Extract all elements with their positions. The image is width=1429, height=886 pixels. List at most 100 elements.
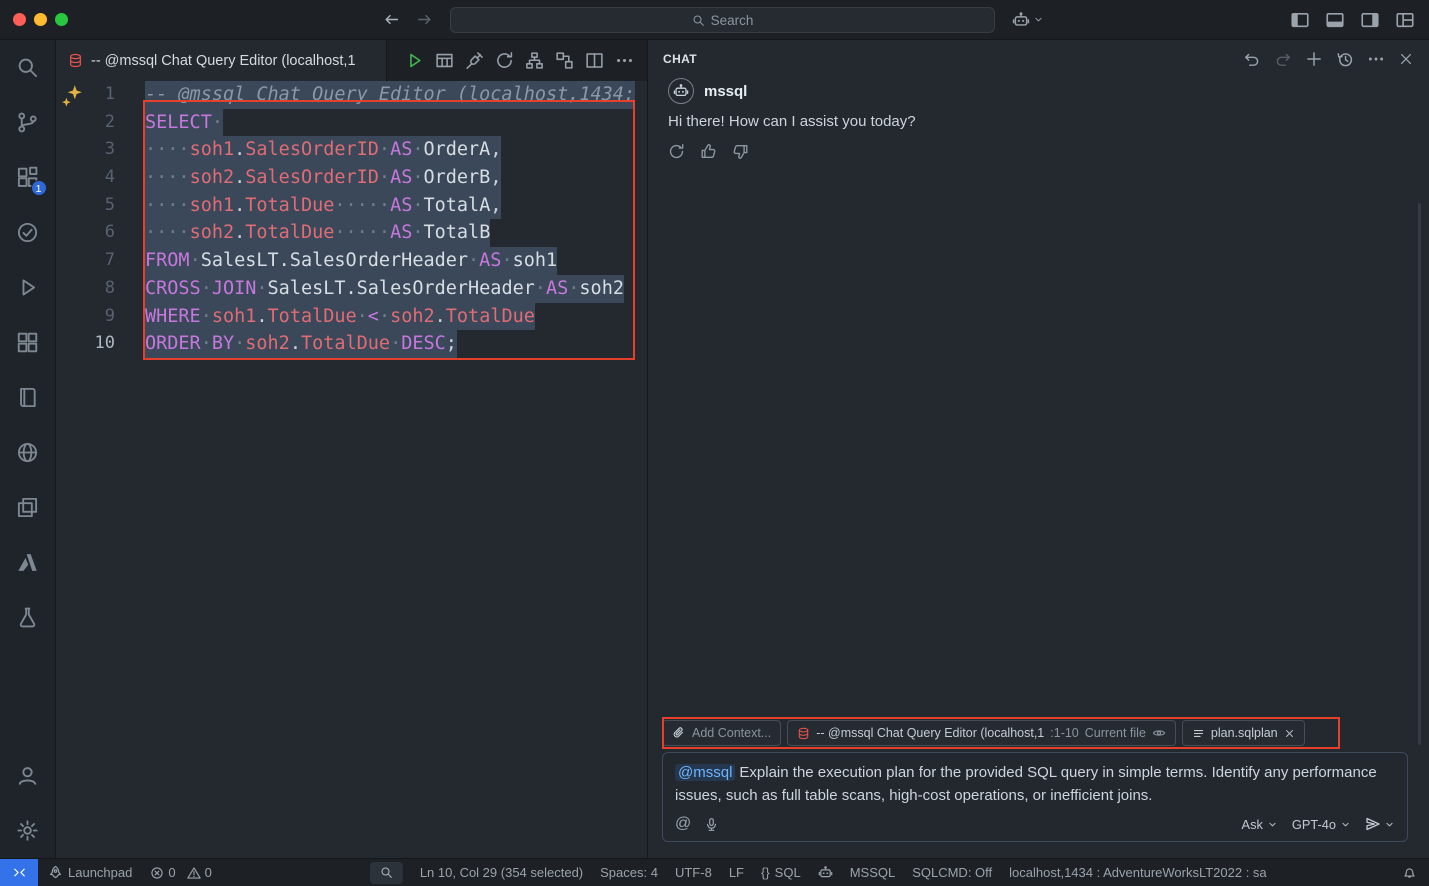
more-actions-button[interactable] <box>615 51 634 70</box>
retry-icon[interactable] <box>668 143 685 160</box>
model-picker[interactable]: GPT-4o <box>1292 817 1351 832</box>
code-line[interactable]: -- @mssql Chat Query Editor (localhost,1… <box>145 81 647 109</box>
cursor-position-status[interactable]: Ln 10, Col 29 (354 selected) <box>420 865 583 880</box>
encoding-status[interactable]: UTF-8 <box>675 865 712 880</box>
line-number[interactable]: 3 <box>56 136 115 164</box>
estimated-plan-button[interactable] <box>495 51 514 70</box>
thumbs-down-icon[interactable] <box>732 143 749 160</box>
mention-button[interactable]: @ <box>675 815 691 833</box>
indentation-status[interactable]: Spaces: 4 <box>600 865 658 880</box>
activity-run[interactable] <box>0 260 56 315</box>
back-arrow-icon[interactable] <box>383 11 400 28</box>
accounts-button[interactable] <box>0 748 56 803</box>
plan-file-chip[interactable]: plan.sqlplan <box>1182 720 1305 746</box>
remote-icon <box>12 865 27 880</box>
notifications-bell-icon[interactable] <box>1402 865 1417 880</box>
mic-icon[interactable] <box>704 817 719 832</box>
line-number[interactable]: 4 <box>56 164 115 192</box>
chat-scrollbar[interactable] <box>1418 203 1421 745</box>
problems-status[interactable]: 0 0 <box>150 865 211 880</box>
message-text: Hi there! How can I assist you today? <box>668 113 1409 130</box>
forward-arrow-icon[interactable] <box>416 11 433 28</box>
azure-icon <box>16 551 39 574</box>
activity-extensions[interactable]: 1 <box>0 150 56 205</box>
send-button[interactable] <box>1365 816 1395 832</box>
line-number[interactable]: 1 <box>56 81 115 109</box>
connection-status[interactable]: localhost,1434 : AdventureWorksLT2022 : … <box>1009 865 1267 880</box>
line-number[interactable]: 7 <box>56 247 115 275</box>
code-line[interactable]: ····soh1.TotalDue·····AS·TotalA, <box>145 192 647 220</box>
activity-remote-explorer[interactable] <box>0 480 56 535</box>
disconnect-button[interactable] <box>465 51 484 70</box>
schema-compare-button[interactable] <box>555 51 574 70</box>
add-context-chip[interactable]: Add Context... <box>662 720 781 746</box>
line-number[interactable]: 9 <box>56 303 115 331</box>
code-editor[interactable]: 12345678910 -- @mssql Chat Query Editor … <box>56 81 647 858</box>
mssql-mention[interactable]: @mssql <box>675 764 735 781</box>
new-chat-icon[interactable] <box>1305 50 1323 68</box>
remove-chip-icon[interactable] <box>1284 728 1295 739</box>
code-line[interactable]: ····soh1.SalesOrderID·AS·OrderA, <box>145 136 647 164</box>
activity-azure[interactable] <box>0 535 56 590</box>
activity-source-control[interactable] <box>0 95 56 150</box>
code-line[interactable]: ····soh2.TotalDue·····AS·TotalB <box>145 219 647 247</box>
thumbs-up-icon[interactable] <box>700 143 717 160</box>
code-line[interactable]: ORDER·BY·soh2.TotalDue·DESC; <box>145 330 647 358</box>
line-number[interactable]: 8 <box>56 275 115 303</box>
schema-hierarchy-button[interactable] <box>525 51 544 70</box>
code-line[interactable]: FROM·SalesLT.SalesOrderHeader·AS·soh1 <box>145 247 647 275</box>
toggle-panel-icon[interactable] <box>1325 10 1345 30</box>
status-search-button[interactable] <box>370 862 403 884</box>
activity-web[interactable] <box>0 425 56 480</box>
launchpad-status[interactable]: Launchpad <box>48 865 132 880</box>
code-line[interactable]: WHERE·soh1.TotalDue·<·soh2.TotalDue <box>145 303 647 331</box>
activity-blocks[interactable] <box>0 315 56 370</box>
redo-icon[interactable] <box>1274 50 1292 68</box>
tab-title: -- @mssql Chat Query Editor (localhost,1 <box>91 53 356 69</box>
language-status[interactable]: {} SQL <box>761 865 801 880</box>
copilot-status-icon[interactable] <box>818 865 833 880</box>
copilot-menu-button[interactable] <box>1012 11 1044 29</box>
activity-search[interactable] <box>0 40 56 95</box>
toggle-primary-sidebar-icon[interactable] <box>1290 10 1310 30</box>
run-icon <box>16 276 39 299</box>
customize-layout-icon[interactable] <box>1395 10 1415 30</box>
line-number[interactable]: 6 <box>56 219 115 247</box>
code-line[interactable]: ····soh2.SalesOrderID·AS·OrderB, <box>145 164 647 192</box>
line-number[interactable]: 10 <box>56 330 115 358</box>
mode-picker[interactable]: Ask <box>1242 817 1278 832</box>
close-window-button[interactable] <box>13 13 26 26</box>
settings-button[interactable] <box>0 803 56 858</box>
close-panel-icon[interactable] <box>1398 51 1414 67</box>
activity-task-check[interactable] <box>0 205 56 260</box>
activity-notebook[interactable] <box>0 370 56 425</box>
launchpad-icon <box>48 865 63 880</box>
zoom-window-button[interactable] <box>55 13 68 26</box>
minimize-window-button[interactable] <box>34 13 47 26</box>
line-number[interactable]: 5 <box>56 192 115 220</box>
undo-icon[interactable] <box>1243 50 1261 68</box>
mssql-status[interactable]: MSSQL <box>850 865 896 880</box>
message-sender: mssql <box>704 83 747 100</box>
globe-icon <box>16 441 39 464</box>
chat-history-icon[interactable] <box>1336 50 1354 68</box>
sqlcmd-status[interactable]: SQLCMD: Off <box>912 865 992 880</box>
results-grid-button[interactable] <box>435 51 454 70</box>
run-query-button[interactable] <box>405 51 424 70</box>
toggle-secondary-sidebar-icon[interactable] <box>1360 10 1380 30</box>
code-line[interactable]: CROSS·JOIN·SalesLT.SalesOrderHeader·AS·s… <box>145 275 647 303</box>
send-icon <box>1365 816 1381 832</box>
split-editor-button[interactable] <box>585 51 604 70</box>
remote-indicator[interactable] <box>0 859 38 886</box>
line-number[interactable]: 2 <box>56 109 115 137</box>
activity-database-projects[interactable] <box>0 590 56 645</box>
code-line[interactable]: SELECT· <box>145 109 647 137</box>
current-file-chip[interactable]: -- @mssql Chat Query Editor (localhost,1… <box>787 720 1176 746</box>
eye-icon[interactable] <box>1152 726 1166 740</box>
chat-input[interactable]: @mssqlExplain the execution plan for the… <box>662 752 1408 842</box>
editor-tab[interactable]: -- @mssql Chat Query Editor (localhost,1 <box>56 40 387 81</box>
database-icon <box>68 53 83 68</box>
command-center-search[interactable]: Search <box>450 7 995 33</box>
eol-status[interactable]: LF <box>729 865 744 880</box>
more-actions-icon[interactable] <box>1367 50 1385 68</box>
